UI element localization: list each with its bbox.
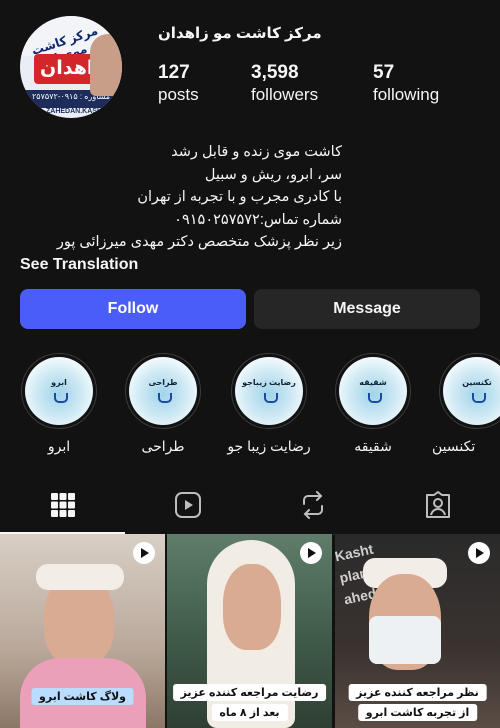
stat-posts-label: posts (158, 85, 199, 104)
stat-posts-value: 127 (158, 62, 190, 83)
profile-avatar[interactable]: مرکز کاشت موی ابرو زاهدان مشاوره : ۰۹۱۵-… (20, 16, 122, 118)
highlight-caption: ابرو (47, 438, 71, 454)
highlight-cover: طراحی (129, 357, 197, 425)
see-translation-link[interactable]: See Translation (20, 256, 138, 274)
stat-followers-label: followers (251, 85, 319, 104)
highlight-caption: شقیقه (354, 438, 392, 454)
highlight-cover-title: رضایت زیباجو (242, 378, 296, 387)
highlight-cover: شقیقه (339, 357, 407, 425)
headband-shape (36, 564, 124, 590)
message-button[interactable]: Message (254, 289, 480, 329)
reel-icon (468, 542, 490, 564)
reel-icon (300, 542, 322, 564)
highlight-cover-title: شقیقه (359, 378, 387, 387)
highlight-ring: ابرو (21, 353, 97, 429)
logo-icon (264, 393, 278, 403)
profile-name: مرکز کاشت مو زاهدان (158, 25, 322, 42)
highlight-item[interactable]: ابرو ابرو (20, 353, 98, 454)
post-caption-secondary: بعد از ۸ ماه (211, 704, 288, 721)
highlight-cover-title: طراحی (148, 378, 178, 387)
stat-following[interactable]: 57 following (373, 62, 439, 105)
highlight-caption: طراحی (141, 438, 185, 454)
highlight-cover-title: ابرو (51, 378, 67, 387)
post-caption-secondary: از تجربه کاشت ابرو (357, 704, 478, 721)
highlight-caption: رضایت زیبا جو (227, 438, 311, 454)
post-caption: ولاگ کاشت ابرو (31, 688, 134, 705)
bio-line: سر، ابرو، ریش و سبیل (204, 166, 342, 183)
tab-reels[interactable] (125, 478, 250, 532)
avatar-handle: ZAHEDAN.KASHT (46, 108, 107, 115)
tagged-icon (425, 491, 450, 518)
repost-icon (302, 491, 323, 519)
highlight-ring: شقیقه (335, 353, 411, 429)
bio-line: شماره تماس:۰۹۱۵۰۲۵۷۵۷۲ (174, 211, 342, 228)
highlight-item[interactable]: تکنسین تکنسین (432, 353, 500, 454)
highlight-item[interactable]: شقیقه شقیقه (334, 353, 412, 454)
highlight-ring: طراحی (125, 353, 201, 429)
post-caption: نظر مراجعه کننده عزیز (348, 684, 487, 701)
logo-icon (472, 393, 486, 403)
post-thumbnail (223, 564, 281, 650)
highlight-cover: تکنسین (443, 357, 500, 425)
stat-following-value: 57 (373, 62, 395, 83)
stat-followers-value: 3,598 (251, 62, 299, 83)
post-tile[interactable]: Kasht plant ahedan نظر مراجعه کننده عزیز ا… (335, 534, 500, 728)
logo-icon (54, 393, 68, 403)
stat-posts[interactable]: 127 posts (158, 62, 199, 105)
post-tile[interactable]: ولاگ کاشت ابرو (0, 534, 165, 728)
highlight-caption: تکنسین (432, 438, 476, 454)
bio-line: کاشت موی زنده و قابل رشد (171, 144, 342, 160)
profile-bio: کاشت موی زنده و قابل رشد سر، ابرو، ریش و… (57, 141, 342, 254)
highlight-item[interactable]: رضایت زیباجو رضایت زیبا جو (227, 353, 311, 454)
highlight-cover: ابرو (25, 357, 93, 425)
reel-icon (133, 542, 155, 564)
stat-followers[interactable]: 3,598 followers (251, 62, 318, 105)
post-tile[interactable]: رضایت مراجعه کننده عزیز بعد از ۸ ماه (167, 534, 332, 728)
highlight-ring: تکنسین (439, 353, 500, 429)
profile-tabs (0, 478, 500, 535)
logo-icon (368, 393, 382, 403)
bio-line: زیر نظر پزشک متخصص دکتر مهدی میرزائی پور (56, 234, 342, 250)
grid-icon (50, 493, 75, 517)
tab-reposts[interactable] (250, 478, 375, 532)
stat-following-label: following (373, 85, 440, 104)
avatar-person-image (90, 34, 122, 96)
tab-tagged[interactable] (375, 478, 500, 532)
highlight-cover: رضایت زیباجو (235, 357, 303, 425)
tab-posts[interactable] (0, 478, 125, 534)
logo-icon (158, 393, 172, 403)
highlight-ring: رضایت زیباجو (231, 353, 307, 429)
bio-line: با کادری مجرب و با تجربه از تهران (137, 189, 342, 205)
follow-button[interactable]: Follow (20, 289, 246, 329)
post-caption: رضایت مراجعه کننده عزیز (172, 684, 327, 701)
reels-icon (174, 492, 201, 518)
highlight-item[interactable]: طراحی طراحی (124, 353, 202, 454)
face-mask-shape (369, 616, 441, 664)
highlight-cover-title: تکنسین (462, 378, 492, 387)
